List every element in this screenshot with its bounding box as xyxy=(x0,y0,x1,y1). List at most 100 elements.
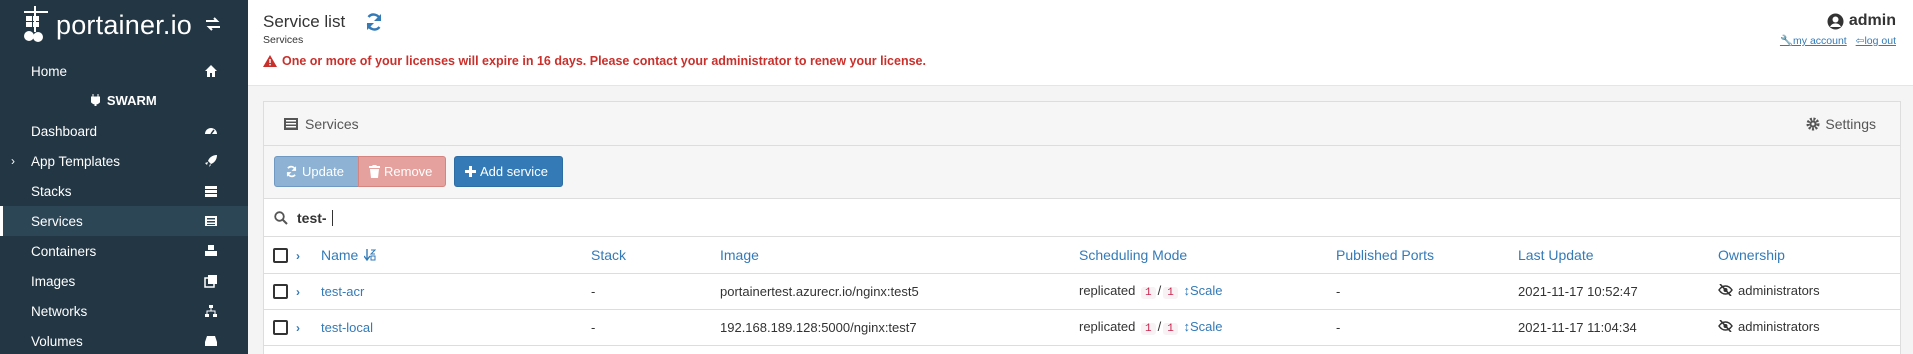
sidebar-item-label: Services xyxy=(31,213,83,229)
list-alt-icon xyxy=(205,216,217,226)
sidebar-item-label: Networks xyxy=(31,303,88,319)
trash-icon xyxy=(369,165,380,178)
th-list-icon xyxy=(205,186,217,197)
image-cell: 192.168.189.128:5000/nginx:test7 xyxy=(720,309,1079,346)
eye-slash-icon xyxy=(1718,284,1733,297)
column-header-stack[interactable]: Stack xyxy=(591,237,720,274)
remove-button[interactable]: Remove xyxy=(358,156,446,187)
eye-slash-icon xyxy=(1718,320,1733,333)
my-account-link[interactable]: 🔧my account xyxy=(1780,35,1847,47)
sidebar-item-images[interactable]: Images xyxy=(0,266,248,296)
sidebar-item-label: App Templates xyxy=(31,153,121,169)
scale-button[interactable]: ↕Scale xyxy=(1183,319,1222,334)
ownership-cell: administrators xyxy=(1718,283,1820,298)
ports-cell: - xyxy=(1336,273,1518,310)
wrench-icon: 🔧 xyxy=(1779,35,1794,47)
table-row: › test-local - 192.168.189.128:5000/ngin… xyxy=(264,309,1900,346)
select-all-checkbox[interactable] xyxy=(273,248,288,264)
user-circle-icon xyxy=(1827,13,1844,29)
plug-icon xyxy=(90,94,101,107)
expand-row-icon[interactable]: › xyxy=(296,285,300,299)
sidebar-item-containers[interactable]: Containers xyxy=(0,236,248,266)
row-checkbox[interactable] xyxy=(273,284,288,300)
scale-button[interactable]: ↕Scale xyxy=(1183,283,1222,298)
breadcrumb: Services xyxy=(263,34,304,46)
column-header-scheduling-mode[interactable]: Scheduling Mode xyxy=(1079,237,1336,274)
running-count: 1 xyxy=(1141,323,1156,335)
running-count: 1 xyxy=(1141,287,1156,299)
service-name-link[interactable]: test-acr xyxy=(321,284,364,299)
scheduling-mode-cell: replicated 1/1 ↕Scale xyxy=(1079,309,1336,346)
search-input[interactable] xyxy=(297,206,897,230)
expand-row-icon[interactable]: › xyxy=(296,321,300,335)
page-header: Service list Services One or more of you… xyxy=(248,0,1913,86)
logo[interactable]: portainer.io xyxy=(0,0,248,50)
stack-cell: - xyxy=(591,309,720,346)
refresh-icon xyxy=(286,165,297,178)
refresh-icon[interactable] xyxy=(364,12,384,32)
user-name: admin xyxy=(1774,12,1896,30)
sidebar-item-label: Images xyxy=(31,273,76,289)
services-panel: Services Settings Update Remove Add serv… xyxy=(263,101,1901,354)
home-icon xyxy=(205,65,217,77)
toolbar: Update Remove Add service xyxy=(264,146,1900,199)
panel-title: Services xyxy=(284,116,359,132)
hdd-icon xyxy=(205,336,217,346)
sitemap-icon xyxy=(205,305,217,317)
sort-alpha-down-icon xyxy=(363,248,377,261)
table-header-row: › Name Stack Image Scheduling Mode Publi… xyxy=(264,237,1900,274)
column-header-published-ports[interactable]: Published Ports xyxy=(1336,237,1518,274)
scheduling-mode-cell: replicated 1/1 ↕Scale xyxy=(1079,273,1336,310)
ports-cell: - xyxy=(1336,309,1518,346)
panel-heading: Services Settings xyxy=(264,102,1900,146)
sidebar-item-networks[interactable]: Networks xyxy=(0,296,248,326)
sidebar-item-app-templates[interactable]: › App Templates xyxy=(0,146,248,176)
update-button[interactable]: Update xyxy=(274,156,359,187)
sidebar-item-stacks[interactable]: Stacks xyxy=(0,176,248,206)
text-caret xyxy=(332,210,333,226)
column-header-ownership[interactable]: Ownership xyxy=(1718,237,1900,274)
plus-icon xyxy=(465,166,476,177)
desired-count: 1 xyxy=(1163,287,1178,299)
settings-button[interactable]: Settings xyxy=(1806,116,1876,132)
service-name-link[interactable]: test-local xyxy=(321,320,373,335)
sidebar: portainer.io Home SWARM Dashboard › App … xyxy=(0,0,248,354)
column-header-last-update[interactable]: Last Update xyxy=(1518,237,1718,274)
cubes-icon xyxy=(205,245,217,256)
last-update-cell: 2021-11-17 10:52:47 xyxy=(1518,273,1718,310)
portainer-logo-icon xyxy=(24,6,48,42)
add-service-button[interactable]: Add service xyxy=(454,156,563,187)
list-alt-icon xyxy=(284,118,298,130)
sidebar-item-label: Volumes xyxy=(31,333,83,349)
sidebar-item-label: Stacks xyxy=(31,183,72,199)
search-icon xyxy=(274,211,288,225)
ownership-cell: administrators xyxy=(1718,319,1820,334)
column-header-image[interactable]: Image xyxy=(720,237,1079,274)
sidebar-item-home[interactable]: Home xyxy=(0,56,248,86)
sidebar-item-label: Containers xyxy=(31,243,97,259)
expand-all-icon[interactable]: › xyxy=(296,249,300,263)
swap-icon[interactable] xyxy=(204,16,222,32)
chevron-right-icon[interactable]: › xyxy=(11,154,15,168)
logo-text: portainer.io xyxy=(56,9,192,40)
warning-icon xyxy=(263,55,277,67)
desired-count: 1 xyxy=(1163,323,1178,335)
clone-icon xyxy=(204,275,217,288)
search-bar xyxy=(264,199,1900,237)
log-out-link[interactable]: ⇦log out xyxy=(1856,35,1896,47)
user-links: 🔧my account ⇦log out xyxy=(1774,34,1896,47)
row-checkbox[interactable] xyxy=(273,320,288,336)
column-header-name[interactable]: Name xyxy=(321,237,591,274)
sidebar-item-label: Dashboard xyxy=(31,123,98,139)
license-warning: One or more of your licenses will expire… xyxy=(263,54,926,68)
gear-icon xyxy=(1806,117,1820,131)
sidebar-item-label: Home xyxy=(31,63,68,79)
rocket-icon xyxy=(205,155,217,167)
services-table: › Name Stack Image Scheduling Mode Publi… xyxy=(264,237,1900,346)
sidebar-item-services[interactable]: Services xyxy=(0,206,248,236)
tachometer-icon xyxy=(205,128,217,135)
sidebar-item-volumes[interactable]: Volumes xyxy=(0,326,248,354)
image-cell: portainertest.azurecr.io/nginx:test5 xyxy=(720,273,1079,310)
sidebar-item-dashboard[interactable]: Dashboard xyxy=(0,116,248,146)
last-update-cell: 2021-11-17 11:04:34 xyxy=(1518,309,1718,346)
